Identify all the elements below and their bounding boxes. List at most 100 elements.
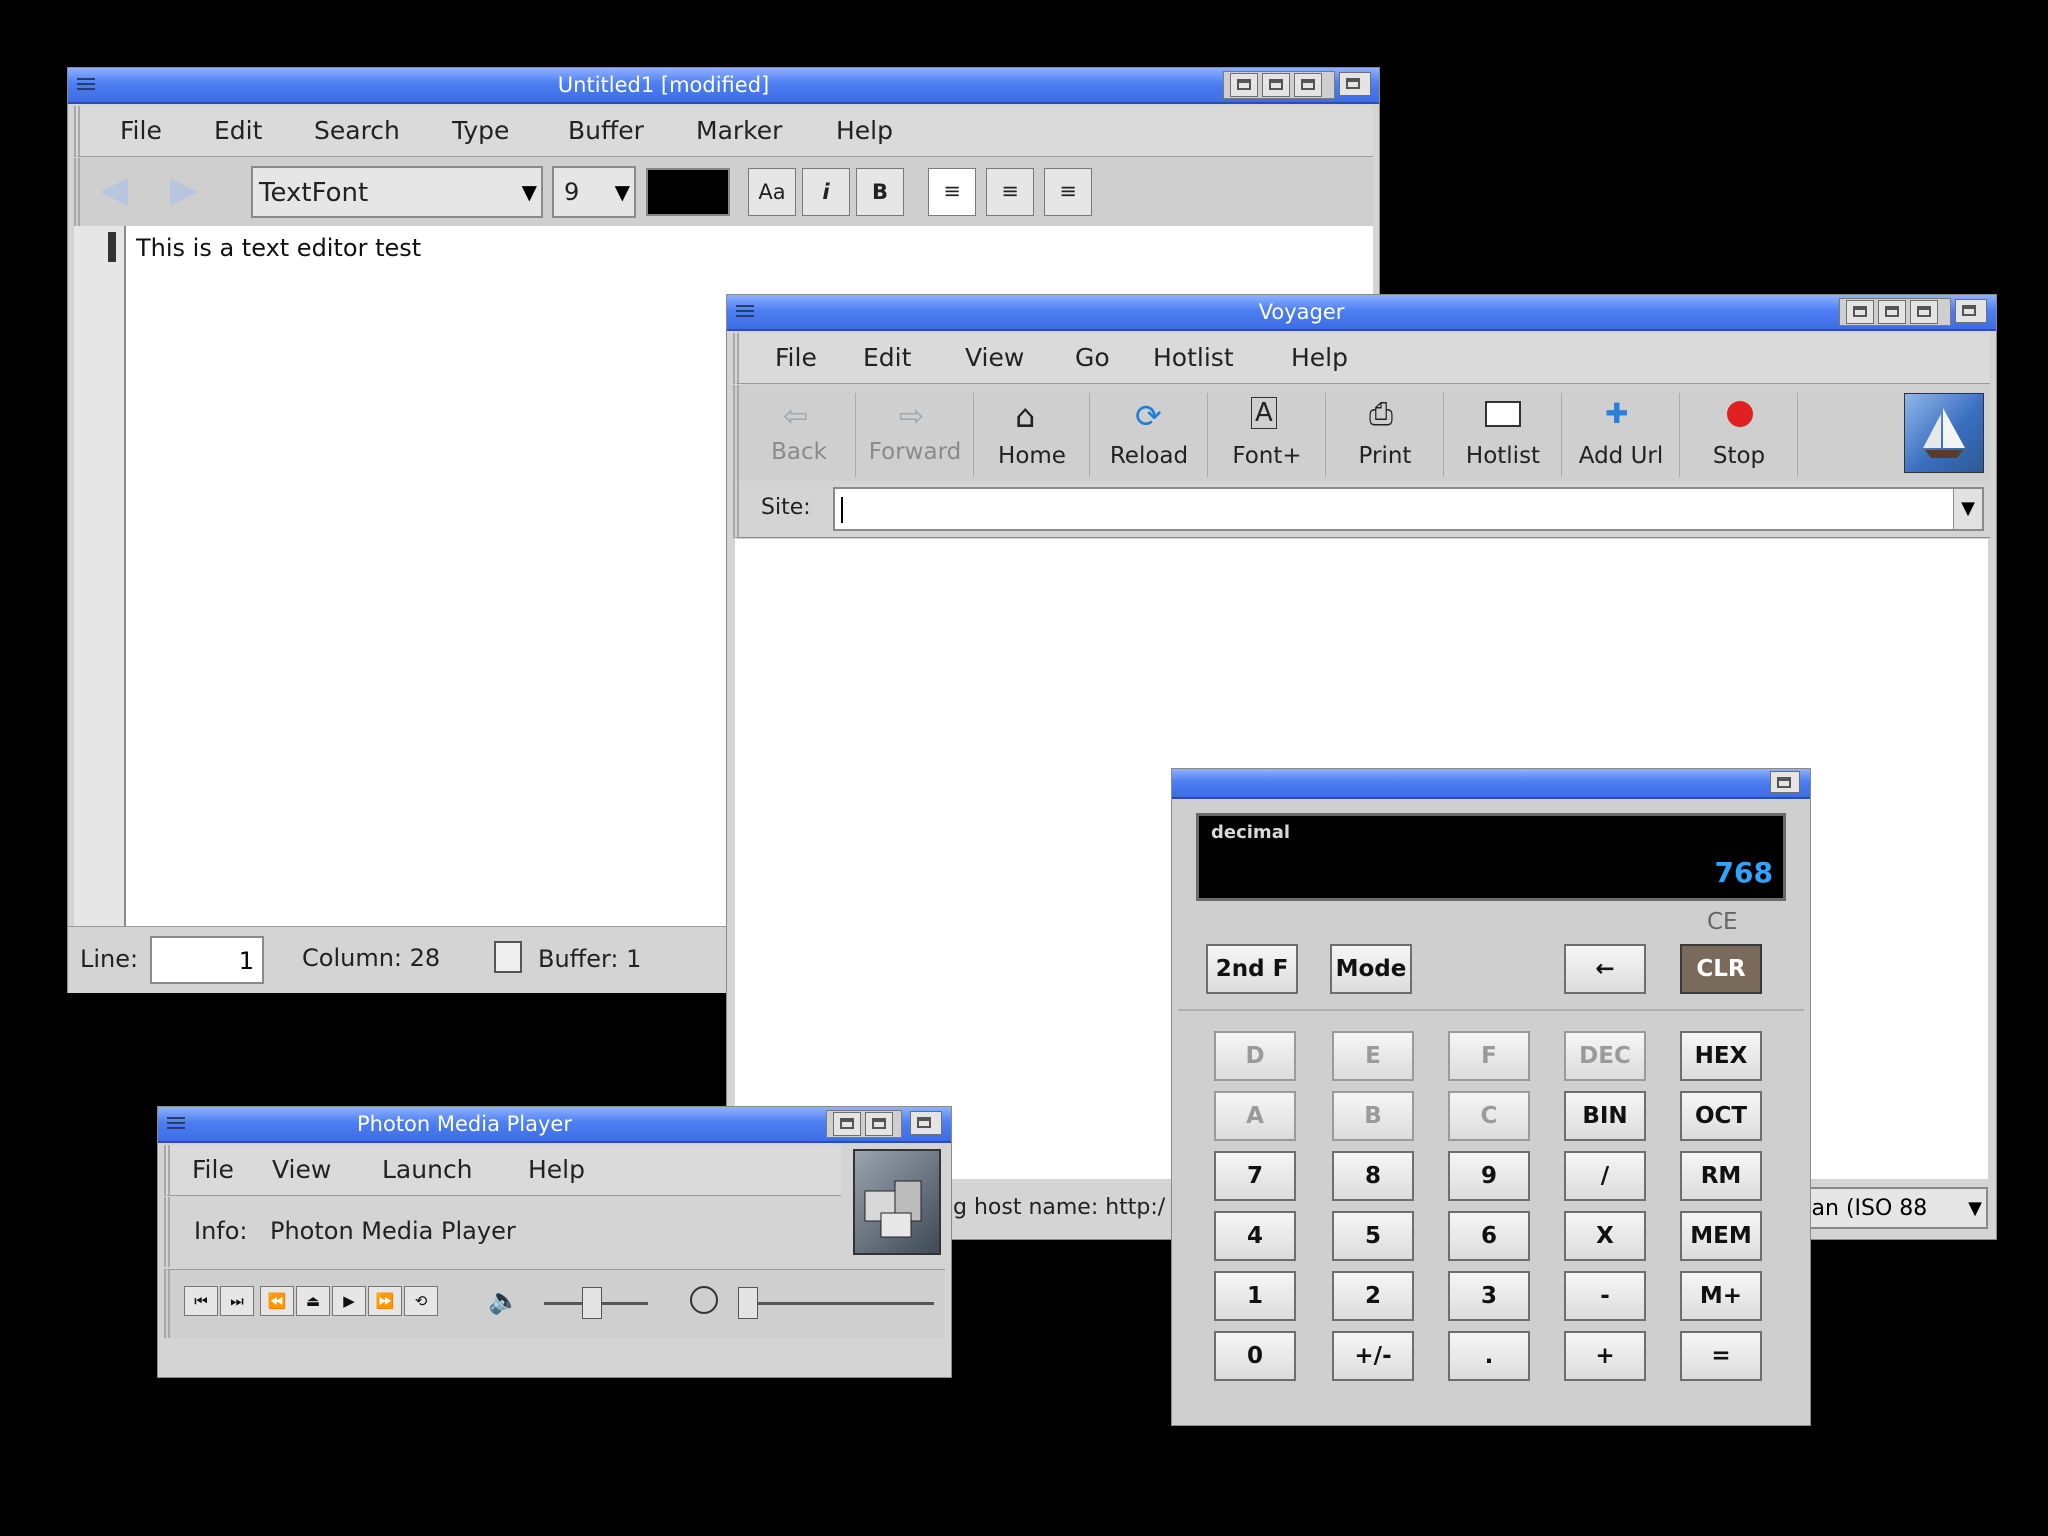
- key-0[interactable]: 0: [1214, 1331, 1296, 1381]
- font-plus-button[interactable]: A Font+: [1209, 393, 1326, 477]
- key-f[interactable]: F: [1448, 1031, 1530, 1081]
- key-minus[interactable]: -: [1564, 1271, 1646, 1321]
- menu-view[interactable]: View: [272, 1145, 331, 1195]
- font-size-select[interactable]: 9 ▼: [552, 166, 636, 218]
- voyager-titlebar[interactable]: Voyager: [727, 295, 1996, 331]
- calculator-titlebar[interactable]: [1172, 769, 1810, 799]
- align-center-button[interactable]: ≡: [986, 168, 1034, 216]
- menu-file[interactable]: File: [775, 333, 817, 383]
- menu-search[interactable]: Search: [314, 106, 400, 156]
- key-7[interactable]: 7: [1214, 1151, 1296, 1201]
- rewind-button[interactable]: ⏪: [260, 1286, 294, 1316]
- key-6[interactable]: 6: [1448, 1211, 1530, 1261]
- reload-button[interactable]: ⟳ Reload: [1091, 393, 1208, 477]
- volume-slider[interactable]: [544, 1287, 648, 1319]
- backspace-button[interactable]: ←: [1564, 944, 1646, 994]
- align-left-button[interactable]: ≡: [928, 168, 976, 216]
- minimize-icon[interactable]: [833, 1112, 861, 1136]
- minimize-icon[interactable]: [1230, 73, 1258, 97]
- key-bin[interactable]: BIN: [1564, 1091, 1646, 1141]
- add-url-button[interactable]: ✚ Add Url: [1563, 393, 1680, 477]
- second-function-button[interactable]: 2nd F: [1206, 944, 1298, 994]
- play-button[interactable]: ▶: [332, 1286, 366, 1316]
- forward-arrow-icon[interactable]: [170, 178, 198, 206]
- back-arrow-icon[interactable]: [100, 178, 128, 206]
- menu-marker[interactable]: Marker: [696, 106, 782, 156]
- volume-slider-thumb[interactable]: [582, 1287, 602, 1319]
- encoding-select[interactable]: ean (ISO 88 ▼: [1792, 1187, 1988, 1229]
- key-d[interactable]: D: [1214, 1031, 1296, 1081]
- key-5[interactable]: 5: [1332, 1211, 1414, 1261]
- home-button[interactable]: ⌂ Home: [975, 393, 1090, 477]
- key-dec[interactable]: DEC: [1564, 1031, 1646, 1081]
- window-menu-icon[interactable]: [733, 301, 757, 321]
- repeat-button[interactable]: ⟲: [404, 1286, 438, 1316]
- site-url-input[interactable]: ▼: [833, 487, 1984, 531]
- key-e[interactable]: E: [1332, 1031, 1414, 1081]
- editor-titlebar[interactable]: Untitled1 [modified]: [68, 68, 1379, 104]
- window-menu-icon[interactable]: [164, 1113, 188, 1133]
- menu-go[interactable]: Go: [1075, 333, 1110, 383]
- key-decimal-point[interactable]: .: [1448, 1331, 1530, 1381]
- key-9[interactable]: 9: [1448, 1151, 1530, 1201]
- ce-label[interactable]: CE: [1707, 909, 1738, 935]
- close-icon[interactable]: [910, 1111, 942, 1135]
- key-equals[interactable]: =: [1680, 1331, 1762, 1381]
- menu-edit[interactable]: Edit: [214, 106, 262, 156]
- forward-button[interactable]: ⇨ Forward: [857, 393, 974, 477]
- align-right-button[interactable]: ≡: [1044, 168, 1092, 216]
- maximize-icon[interactable]: [1294, 73, 1322, 97]
- shade-icon[interactable]: [1878, 300, 1906, 324]
- window-menu-icon[interactable]: [74, 74, 98, 94]
- seek-slider-thumb[interactable]: [738, 1287, 758, 1319]
- key-b[interactable]: B: [1332, 1091, 1414, 1141]
- stop-button[interactable]: Stop: [1681, 393, 1798, 477]
- menu-edit[interactable]: Edit: [863, 333, 911, 383]
- menu-launch[interactable]: Launch: [382, 1145, 473, 1195]
- fast-forward-button[interactable]: ⏩: [368, 1286, 402, 1316]
- font-select[interactable]: TextFont ▼: [251, 166, 543, 218]
- menu-help[interactable]: Help: [836, 106, 893, 156]
- menu-file[interactable]: File: [120, 106, 162, 156]
- menu-help[interactable]: Help: [1291, 333, 1348, 383]
- close-icon[interactable]: [1955, 299, 1987, 323]
- back-button[interactable]: ⇦ Back: [743, 393, 856, 477]
- chevron-down-icon[interactable]: ▼: [1953, 489, 1982, 529]
- key-rm[interactable]: RM: [1680, 1151, 1762, 1201]
- next-track-button[interactable]: ⏭: [220, 1286, 254, 1316]
- key-4[interactable]: 4: [1214, 1211, 1296, 1261]
- key-a[interactable]: A: [1214, 1091, 1296, 1141]
- case-button[interactable]: Aa: [748, 168, 796, 216]
- menu-buffer[interactable]: Buffer: [568, 106, 644, 156]
- previous-track-button[interactable]: ⏮: [184, 1286, 218, 1316]
- seek-slider[interactable]: [738, 1287, 934, 1319]
- close-icon[interactable]: [1770, 771, 1800, 793]
- media-player-titlebar[interactable]: Photon Media Player: [158, 1107, 951, 1143]
- minimize-icon[interactable]: [1846, 300, 1874, 324]
- key-c[interactable]: C: [1448, 1091, 1530, 1141]
- key-divide[interactable]: /: [1564, 1151, 1646, 1201]
- shade-icon[interactable]: [865, 1112, 893, 1136]
- menu-file[interactable]: File: [192, 1145, 234, 1195]
- hotlist-button[interactable]: Hotlist: [1445, 393, 1562, 477]
- key-sign[interactable]: +/-: [1332, 1331, 1414, 1381]
- print-button[interactable]: ⎙ Print: [1327, 393, 1444, 477]
- key-3[interactable]: 3: [1448, 1271, 1530, 1321]
- key-m-plus[interactable]: M+: [1680, 1271, 1762, 1321]
- color-swatch[interactable]: [646, 168, 730, 216]
- shade-icon[interactable]: [1262, 73, 1290, 97]
- mode-button[interactable]: Mode: [1330, 944, 1412, 994]
- menu-help[interactable]: Help: [528, 1145, 585, 1195]
- key-hex[interactable]: HEX: [1680, 1031, 1762, 1081]
- italic-button[interactable]: i: [802, 168, 850, 216]
- line-number-field[interactable]: 1: [150, 936, 264, 984]
- key-1[interactable]: 1: [1214, 1271, 1296, 1321]
- key-mem[interactable]: MEM: [1680, 1211, 1762, 1261]
- key-2[interactable]: 2: [1332, 1271, 1414, 1321]
- eject-button[interactable]: ⏏: [296, 1286, 330, 1316]
- key-multiply[interactable]: X: [1564, 1211, 1646, 1261]
- maximize-icon[interactable]: [1910, 300, 1938, 324]
- menu-type[interactable]: Type: [452, 106, 509, 156]
- close-icon[interactable]: [1339, 72, 1371, 96]
- menu-view[interactable]: View: [965, 333, 1024, 383]
